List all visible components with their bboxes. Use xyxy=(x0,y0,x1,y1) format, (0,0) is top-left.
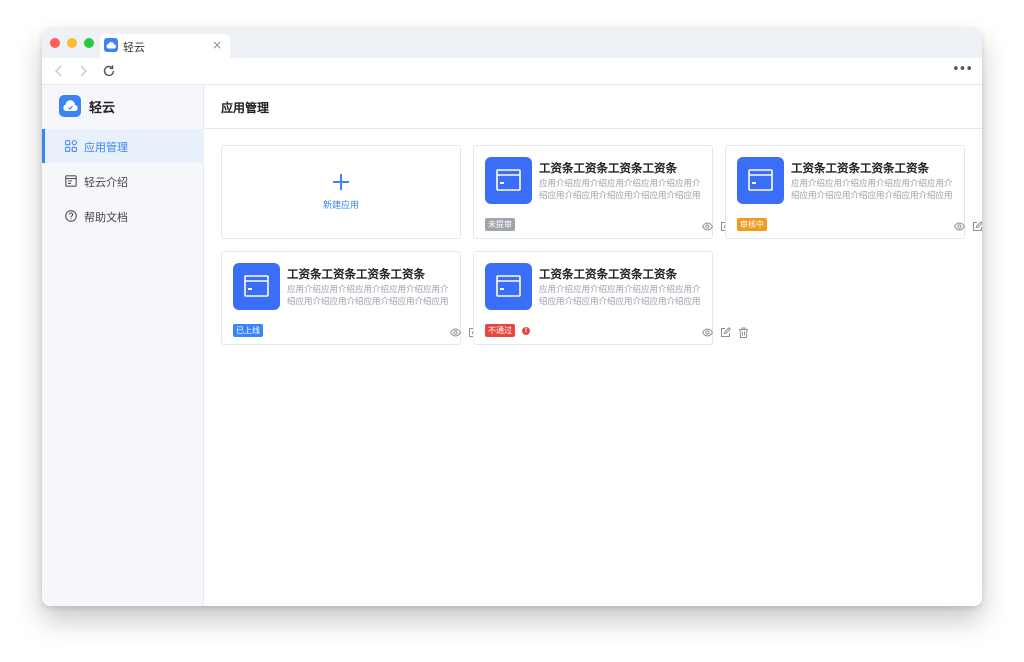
app-card[interactable]: 工资条工资条工资条工资条 应用介绍应用介绍应用介绍应用介绍应用介绍应用介绍应用介… xyxy=(473,145,748,239)
app-description: 应用介绍应用介绍应用介绍应用介绍应用介绍应用介绍应用介绍应用介绍应用介绍应用介绍… xyxy=(287,285,449,307)
main-header: 应用管理 xyxy=(205,85,982,129)
edit-icon[interactable] xyxy=(972,221,982,232)
reload-icon[interactable] xyxy=(102,64,116,78)
cloud-logo-icon xyxy=(104,38,118,52)
app-title: 工资条工资条工资条工资条 xyxy=(539,161,677,175)
eye-icon[interactable] xyxy=(702,221,713,232)
sidebar-item-label: 应用管理 xyxy=(84,141,128,154)
grid-icon xyxy=(65,140,77,152)
question-circle-icon xyxy=(65,210,77,222)
edit-icon[interactable] xyxy=(720,327,731,338)
plus-icon xyxy=(333,174,349,190)
sidebar-item-app-management[interactable]: 应用管理 xyxy=(42,129,204,163)
status-badge: 未提审 xyxy=(485,218,515,231)
status-badge: 已上线 xyxy=(233,324,263,337)
eye-icon[interactable] xyxy=(954,221,965,232)
app-card[interactable]: 工资条工资条工资条工资条 应用介绍应用介绍应用介绍应用介绍应用介绍应用介绍应用介… xyxy=(473,251,748,345)
trash-icon[interactable] xyxy=(738,327,749,338)
sidebar-item-introduction[interactable]: 轻云介绍 xyxy=(42,164,204,198)
more-options-button[interactable]: ••• xyxy=(952,63,973,76)
app-card[interactable]: 工资条工资条工资条工资条 应用介绍应用介绍应用介绍应用介绍应用介绍应用介绍应用介… xyxy=(725,145,982,239)
minimize-window-button[interactable] xyxy=(67,38,77,48)
app-title: 工资条工资条工资条工资条 xyxy=(287,267,425,281)
status-badge: 审核中 xyxy=(737,218,767,231)
app-title: 工资条工资条工资条工资条 xyxy=(539,267,677,281)
warning-icon[interactable]: ! xyxy=(522,327,530,335)
app-description: 应用介绍应用介绍应用介绍应用介绍应用介绍应用介绍应用介绍应用介绍应用介绍应用介绍… xyxy=(539,179,701,201)
app-grid: 新建应用 工资条工资条工资条工资条 应用介绍应用介绍应用介绍应用介绍应用介绍应用… xyxy=(205,129,982,606)
brand-name: 轻云 xyxy=(89,101,116,116)
new-app-card[interactable]: 新建应用 xyxy=(221,145,461,239)
eye-icon[interactable] xyxy=(450,327,461,338)
app-window-icon xyxy=(737,157,784,204)
app-description: 应用介绍应用介绍应用介绍应用介绍应用介绍应用介绍应用介绍应用介绍应用介绍应用介绍… xyxy=(791,179,953,201)
browser-tab[interactable]: 轻云 × xyxy=(100,34,230,58)
sidebar-item-label: 帮助文档 xyxy=(84,211,128,224)
sidebar: 轻云 应用管理 轻云介绍 帮助文档 xyxy=(42,85,204,606)
close-window-button[interactable] xyxy=(50,38,60,48)
browser-window: 轻云 × ••• 轻云 应用管理 轻云介绍 帮助文档 应用管理 新建应用 工资条… xyxy=(42,28,982,606)
app-title: 工资条工资条工资条工资条 xyxy=(791,161,929,175)
new-app-label: 新建应用 xyxy=(322,201,359,211)
app-window-icon xyxy=(485,157,532,204)
app-description: 应用介绍应用介绍应用介绍应用介绍应用介绍应用介绍应用介绍应用介绍应用介绍应用介绍… xyxy=(539,285,701,307)
document-icon xyxy=(65,175,77,187)
back-icon[interactable] xyxy=(52,64,66,78)
eye-icon[interactable] xyxy=(702,327,713,338)
maximize-window-button[interactable] xyxy=(84,38,94,48)
app-window-icon xyxy=(233,263,280,310)
forward-icon[interactable] xyxy=(76,64,90,78)
sidebar-item-label: 轻云介绍 xyxy=(84,176,128,189)
sidebar-item-help-docs[interactable]: 帮助文档 xyxy=(42,199,204,233)
tab-close-icon[interactable]: × xyxy=(212,38,222,52)
tab-title: 轻云 xyxy=(123,41,145,54)
cloud-logo-icon xyxy=(59,95,81,117)
page-title: 应用管理 xyxy=(221,101,270,115)
app-window-icon xyxy=(485,263,532,310)
browser-toolbar: ••• xyxy=(42,58,982,85)
tab-bar: 轻云 × xyxy=(42,28,982,58)
app-card[interactable]: 工资条工资条工资条工资条 应用介绍应用介绍应用介绍应用介绍应用介绍应用介绍应用介… xyxy=(221,251,496,345)
status-badge: 不通过 xyxy=(485,324,515,337)
